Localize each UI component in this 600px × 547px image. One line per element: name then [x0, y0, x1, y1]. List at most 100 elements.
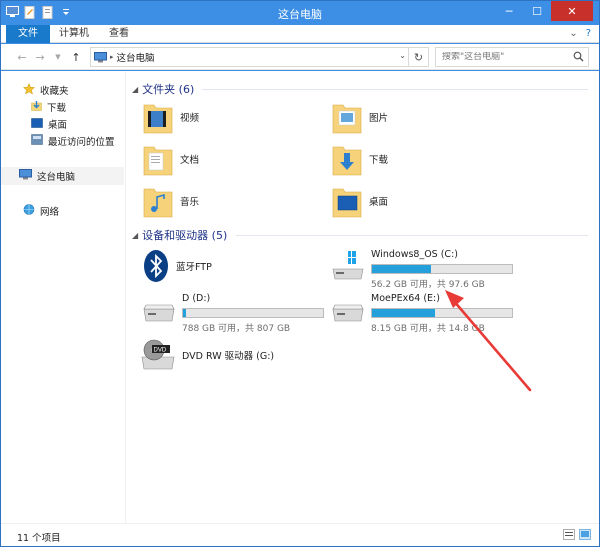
folder-label: 文档: [180, 155, 200, 166]
drive-usage-fill: [372, 309, 435, 317]
drive-usage-fill: [183, 309, 187, 317]
window-controls: ─ ☐ ✕: [495, 1, 593, 21]
drive-name: Windows8_OS (C:): [371, 249, 458, 260]
breadcrumb-separator-icon: ▸: [110, 53, 114, 61]
tab-computer[interactable]: 计算机: [49, 25, 99, 43]
folder-videos[interactable]: 视频: [142, 99, 199, 135]
tab-view[interactable]: 查看: [99, 25, 139, 43]
sidebar-item-network[interactable]: 网络: [23, 202, 59, 220]
drive-usage-bar: [371, 308, 513, 318]
recent-locations-button[interactable]: ▼: [51, 50, 65, 64]
sidebar-item-label: 这台电脑: [37, 172, 76, 183]
group-divider: [202, 89, 588, 90]
desktop-folder-icon: [332, 188, 362, 218]
device-label: 蓝牙FTP: [176, 262, 212, 273]
sidebar-item-desktop[interactable]: 桌面: [31, 115, 67, 133]
drive-c[interactable]: Windows8_OS (C:) 56.2 GB 可用，共 97.6 GB: [331, 249, 513, 290]
maximize-button[interactable]: ☐: [523, 1, 551, 21]
minimize-button[interactable]: ─: [495, 1, 523, 21]
maximize-icon: ☐: [532, 4, 542, 18]
folder-downloads[interactable]: 下载: [331, 141, 388, 177]
folders-group-title: 文件夹 (6): [142, 83, 195, 96]
drive-free-space: 56.2 GB 可用，共 97.6 GB: [371, 280, 485, 290]
devices-group-header[interactable]: ◢ 设备和驱动器 (5): [132, 227, 227, 243]
search-box[interactable]: [435, 47, 589, 67]
drive-dvd[interactable]: DVD DVD RW 驱动器 (G:): [140, 337, 274, 373]
sidebar-item-recent-places[interactable]: 最近访问的位置: [31, 132, 115, 150]
sidebar-item-this-pc[interactable]: 这台电脑: [1, 167, 124, 185]
details-view-icon[interactable]: [563, 529, 575, 543]
downloads-icon: [31, 100, 42, 114]
drive-d[interactable]: D (D:) 788 GB 可用，共 807 GB: [142, 293, 324, 334]
drive-info: Windows8_OS (C:) 56.2 GB 可用，共 97.6 GB: [371, 249, 513, 290]
downloads-folder-icon: [332, 146, 362, 176]
hard-drive-icon: [143, 304, 175, 322]
sidebar-item-label: 网络: [40, 207, 60, 218]
minimize-icon: ─: [505, 4, 513, 18]
folder-music[interactable]: 音乐: [142, 183, 199, 219]
folder-label: 下载: [369, 155, 389, 166]
folder-desktop[interactable]: 桌面: [331, 183, 388, 219]
group-divider: [236, 235, 588, 236]
dvd-drive-icon: DVD: [141, 339, 175, 370]
status-bar: 11 个项目: [1, 523, 599, 546]
videos-folder-icon: [143, 104, 173, 134]
drive-name: MoePEx64 (E:): [371, 293, 440, 304]
forward-button[interactable]: →: [33, 50, 47, 64]
ribbon: 文件 计算机 查看 ⌄ ?: [1, 25, 599, 43]
up-button[interactable]: ↑: [69, 50, 83, 64]
drive-name: D (D:): [182, 293, 211, 304]
view-buttons: [563, 529, 591, 543]
collapse-chevron-icon: ◢: [132, 84, 139, 94]
folder-label: 桌面: [369, 197, 389, 208]
expand-ribbon-icon[interactable]: ⌄: [569, 28, 577, 39]
device-bluetooth-ftp[interactable]: 蓝牙FTP: [142, 249, 212, 283]
sidebar-item-downloads[interactable]: 下载: [31, 98, 66, 116]
device-label: DVD RW 驱动器 (G:): [182, 351, 275, 362]
up-arrow-icon: ↑: [71, 50, 81, 64]
address-dropdown-icon[interactable]: ⌄: [399, 51, 406, 60]
back-button[interactable]: ←: [15, 50, 29, 64]
navigation-pane: 收藏夹 下载 桌面 最近访问的位置 这台电脑 网络: [1, 71, 126, 523]
windows-drive-icon: [332, 251, 364, 280]
folder-label: 图片: [369, 113, 389, 124]
address-bar-row: ← → ▼ ↑ ▸ 这台电脑 ⌄ ↻: [1, 44, 599, 70]
sidebar-item-favorites[interactable]: 收藏夹: [22, 81, 69, 99]
music-folder-icon: [143, 188, 173, 218]
tab-file[interactable]: 文件: [6, 25, 50, 43]
drive-free-space: 8.15 GB 可用，共 14.8 GB: [371, 324, 485, 334]
search-icon: [573, 51, 584, 65]
back-arrow-icon: ←: [17, 50, 27, 64]
search-input[interactable]: [442, 52, 572, 62]
sidebar-item-label: 收藏夹: [40, 86, 69, 97]
item-count: 11 个项目: [17, 533, 61, 544]
explorer-window: 这台电脑 ─ ☐ ✕ 文件 计算机 查看 ⌄ ? ← → ▼ ↑ ▸ 这台电脑 …: [0, 0, 600, 547]
forward-arrow-icon: →: [35, 50, 45, 64]
drive-usage-bar: [182, 308, 324, 318]
devices-group-title: 设备和驱动器 (5): [142, 229, 228, 242]
drive-usage-fill: [372, 265, 432, 273]
address-field[interactable]: ▸ 这台电脑 ⌄: [90, 47, 409, 67]
network-icon: [23, 204, 35, 218]
folders-group-header[interactable]: ◢ 文件夹 (6): [132, 81, 194, 97]
refresh-button[interactable]: ↻: [409, 47, 429, 67]
close-button[interactable]: ✕: [551, 1, 593, 21]
refresh-icon: ↻: [413, 50, 424, 64]
breadcrumb-this-pc[interactable]: 这台电脑: [117, 50, 155, 64]
large-icons-view-icon[interactable]: [579, 529, 591, 543]
ribbon-right: ⌄ ?: [569, 28, 591, 39]
help-icon[interactable]: ?: [586, 28, 591, 39]
star-icon: [22, 82, 36, 98]
folder-pictures[interactable]: 图片: [331, 99, 388, 135]
folder-label: 音乐: [180, 197, 200, 208]
folder-documents[interactable]: 文档: [142, 141, 199, 177]
documents-folder-icon: [143, 146, 173, 176]
main-pane: ◢ 文件夹 (6) 视频 图片 文档 下载 音乐 桌面 ◢ 设备和驱动器 (5)…: [128, 71, 594, 523]
drive-e[interactable]: MoePEx64 (E:) 8.15 GB 可用，共 14.8 GB: [331, 293, 513, 334]
computer-icon: [94, 51, 107, 62]
sidebar-item-label: 最近访问的位置: [48, 137, 115, 148]
svg-text:DVD: DVD: [154, 348, 167, 354]
drive-info: MoePEx64 (E:) 8.15 GB 可用，共 14.8 GB: [371, 293, 513, 334]
hard-drive-icon: [332, 304, 364, 322]
content-area: 收藏夹 下载 桌面 最近访问的位置 这台电脑 网络 ◢ 文件夹 (6) 视频 图…: [1, 71, 599, 523]
